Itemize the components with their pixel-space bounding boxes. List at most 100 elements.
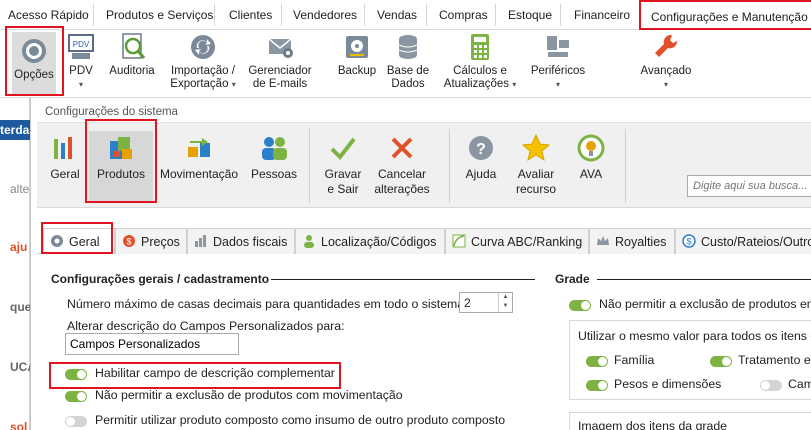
calculos-atualizacoes-button[interactable]: Cálculos e Atualizações ▾ [442, 32, 518, 91]
chevron-down-icon: ▾ [555, 80, 560, 89]
gerenciador-emails-button[interactable]: Gerenciador de E-mails [248, 32, 312, 91]
produtos-highlight [85, 119, 157, 203]
ajuda-label: Ajuda [465, 167, 497, 181]
importacao-label-1: Importação / [171, 65, 235, 77]
familia-label: Família [614, 353, 655, 367]
max-decimals-stepper[interactable]: 2 ▲ ▼ [459, 292, 513, 313]
campos-label: Cam [788, 377, 811, 391]
grade-images-label: Imagem dos itens da grade [578, 419, 728, 430]
background-window-strip: terda alte aju que UCA sol [0, 98, 36, 430]
tab-financeiro[interactable]: Financeiro [574, 8, 630, 22]
subtab-custo-rateios[interactable]: $ Custo/Rateios/Outro [675, 228, 811, 254]
section-title-grade: Grade [555, 272, 590, 286]
help-icon: ? [469, 136, 493, 160]
close-icon [391, 137, 413, 159]
subtab-royalties-label: Royalties [615, 235, 667, 249]
menu-separator [560, 4, 561, 26]
grade-no-delete-toggle[interactable] [569, 300, 591, 311]
menu-separator [214, 4, 215, 26]
subtab-curva-label: Curva ABC/Ranking [471, 235, 583, 249]
star-icon [521, 133, 551, 162]
descricao-complementar-toggle[interactable] [65, 369, 87, 380]
dialog-toolbar: Geral Produtos Movimentação Pessoas Grav… [37, 119, 811, 208]
avancado-button[interactable]: Avançado ▾ [638, 32, 694, 91]
pessoas-button[interactable]: Pessoas [249, 133, 299, 182]
subtab-geral-highlight [41, 222, 113, 254]
section-title-config-gerais: Configurações gerais / cadastramento [51, 272, 270, 286]
product-subtabs: Geral $ Preços Dados fiscais Localização/… [37, 222, 811, 255]
composite-as-input-toggle[interactable] [65, 416, 87, 427]
base-label-1: Base de [386, 65, 430, 77]
subtab-curva-abc[interactable]: Curva ABC/Ranking [445, 228, 589, 254]
ava-button[interactable]: AVA [573, 133, 609, 182]
custom-fields-input[interactable] [65, 333, 239, 355]
backup-icon [346, 36, 368, 58]
fiscal-icon [195, 235, 206, 247]
no-delete-moved-products-toggle[interactable] [65, 391, 87, 402]
subtab-custo-label: Custo/Rateios/Outro [701, 235, 811, 249]
pesos-dimensoes-label: Pesos e dimensões [614, 377, 722, 391]
geral-button[interactable]: Geral [41, 133, 89, 182]
toolbar-separator [309, 129, 310, 203]
tab-vendas[interactable]: Vendas [377, 8, 417, 22]
checkmark-icon [330, 137, 356, 161]
avancado-label: Avançado [640, 65, 692, 77]
avaliar-recurso-button[interactable]: Avaliar recurso [511, 133, 561, 197]
max-decimals-value: 2 [464, 296, 471, 310]
svg-text:PDV: PDV [73, 40, 90, 49]
settings-icon [54, 137, 72, 159]
tab-vendedores[interactable]: Vendedores [293, 8, 357, 22]
tratamento-label: Tratamento es [738, 353, 811, 367]
pesos-dimensoes-toggle[interactable] [586, 380, 608, 391]
geral-label: Geral [50, 167, 80, 181]
perifericos-button[interactable]: Periféricos ▾ [528, 32, 588, 91]
config-dialog: Configurações do sistema Geral Produtos … [30, 98, 811, 430]
avaliar-label-2: recurso [515, 182, 556, 196]
search-input[interactable] [687, 175, 811, 197]
auditoria-button[interactable]: Auditoria [109, 32, 155, 78]
chevron-down-icon: ▾ [512, 80, 517, 89]
subtab-dados-fiscais[interactable]: Dados fiscais [187, 228, 295, 254]
dialog-title: Configurações do sistema [45, 106, 178, 118]
grade-no-delete-label: Não permitir a exclusão de produtos enc [599, 297, 811, 311]
movement-icon [188, 138, 210, 157]
base-de-dados-button[interactable]: Base de Dados [386, 32, 430, 91]
cancelar-label-2: alterações [374, 182, 430, 196]
tratamento-toggle[interactable] [710, 356, 732, 367]
backup-button[interactable]: Backup [336, 32, 378, 78]
subtab-precos[interactable]: $ Preços [115, 228, 187, 254]
tab-acesso-rapido[interactable]: Acesso Rápido [8, 8, 89, 22]
movimentacao-label: Movimentação [159, 167, 239, 181]
descricao-complementar-label: Habilitar campo de descrição complementa… [95, 366, 335, 380]
campos-toggle[interactable] [760, 380, 782, 391]
opcoes-highlight [5, 26, 64, 96]
menu-separator [495, 4, 496, 26]
tab-configuracoes-manutencao[interactable]: Configurações e Manutenção [639, 0, 811, 30]
gravar-sair-button[interactable]: Gravar e Sair [321, 133, 365, 197]
cancelar-alteracoes-button[interactable]: Cancelar alterações [371, 133, 433, 197]
chevron-down-icon: ▾ [231, 80, 236, 89]
left-strip-item: que [10, 300, 32, 314]
peripherals-icon [547, 36, 569, 57]
toolbar-separator [625, 129, 626, 203]
movimentacao-button[interactable]: Movimentação [157, 133, 241, 182]
ajuda-button[interactable]: ? Ajuda [461, 133, 501, 182]
tab-compras[interactable]: Compras [439, 8, 488, 22]
importacao-exportacao-button[interactable]: Importação / Exportação ▾ [168, 32, 238, 91]
stepper-arrows[interactable]: ▲ ▼ [498, 293, 512, 312]
svg-text:$: $ [126, 237, 131, 247]
email-icon [268, 38, 293, 58]
importacao-label-2: Exportação [170, 78, 229, 90]
subtab-royalties[interactable]: Royalties [589, 228, 675, 254]
ava-icon [577, 134, 605, 162]
tab-produtos-servicos[interactable]: Produtos e Serviços [106, 8, 213, 22]
tab-estoque[interactable]: Estoque [508, 8, 552, 22]
pdv-icon: PDV [68, 34, 94, 59]
auditoria-label: Auditoria [109, 65, 155, 77]
familia-toggle[interactable] [586, 356, 608, 367]
subtab-dados-fiscais-label: Dados fiscais [213, 235, 288, 249]
subtab-localizacao-codigos[interactable]: Localização/Códigos [295, 228, 445, 254]
tab-clientes[interactable]: Clientes [229, 8, 272, 22]
pdv-button[interactable]: PDV PDV ▾ [66, 32, 96, 91]
pdv-label: PDV [69, 65, 93, 77]
